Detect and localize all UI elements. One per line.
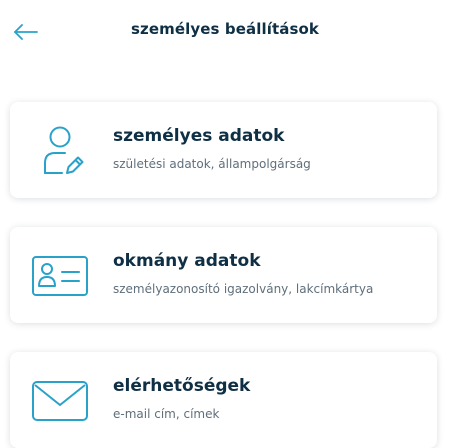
app-header: személyes beállítások — [0, 0, 450, 60]
card-subtitle: e-mail cím, címek — [113, 407, 220, 421]
page-title: személyes beállítások — [131, 20, 319, 38]
contacts-card[interactable]: elérhetőségek e-mail cím, címek — [10, 352, 437, 448]
document-data-card[interactable]: okmány adatok személyazonosító igazolván… — [10, 227, 437, 323]
personal-data-card[interactable]: személyes adatok születési adatok, állam… — [10, 102, 437, 198]
envelope-icon — [32, 381, 88, 421]
card-subtitle: születési adatok, állampolgárság — [113, 157, 311, 171]
id-card-icon — [32, 256, 88, 296]
card-subtitle: személyazonosító igazolvány, lakcímkárty… — [113, 282, 374, 296]
card-title: elérhetőségek — [113, 376, 251, 396]
card-title: okmány adatok — [113, 251, 261, 271]
card-title: személyes adatok — [113, 126, 285, 146]
person-edit-icon — [44, 126, 84, 174]
